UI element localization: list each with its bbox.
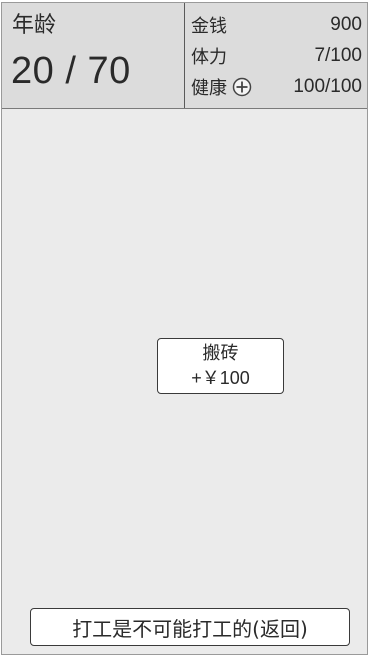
work-job-button[interactable]: 搬砖 +￥100	[157, 338, 284, 394]
stat-stamina: 体力 7/100	[191, 43, 362, 69]
stat-health-label: 健康	[191, 78, 227, 99]
age-value: 20 / 70	[11, 50, 131, 92]
stats-panel: 金钱 900 体力 7/100 健康 100/100	[185, 3, 367, 108]
plus-circle-icon[interactable]	[232, 77, 252, 97]
stat-health-value: 100/100	[293, 76, 362, 97]
game-screen: 年龄 20 / 70 金钱 900 体力 7/100 健康 100/100 搬砖…	[1, 2, 368, 655]
stat-money-label: 金钱	[191, 16, 227, 37]
age-panel: 年龄 20 / 70	[2, 3, 185, 108]
status-header: 年龄 20 / 70 金钱 900 体力 7/100 健康 100/100	[2, 3, 367, 109]
stat-health: 健康 100/100	[191, 74, 362, 100]
stat-stamina-value: 7/100	[314, 45, 362, 66]
age-label: 年龄	[12, 13, 57, 38]
stat-money-value: 900	[330, 14, 362, 35]
back-button[interactable]: 打工是不可能打工的(返回)	[30, 608, 350, 646]
stat-stamina-label: 体力	[191, 47, 227, 68]
job-reward: +￥100	[191, 368, 250, 388]
job-name: 搬砖	[202, 343, 239, 364]
stat-money: 金钱 900	[191, 12, 362, 38]
